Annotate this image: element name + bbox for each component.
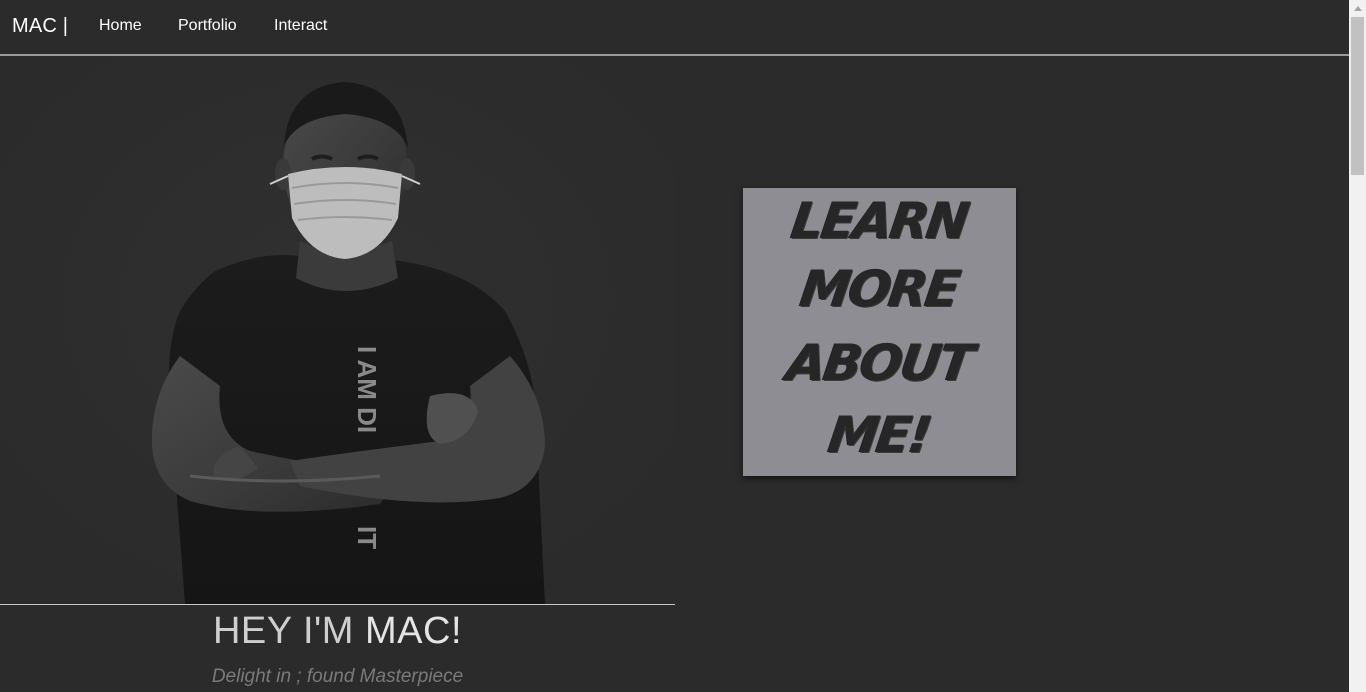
learn-more-line-1: LEARN (787, 192, 972, 250)
hero-title-light: HEY I'M (212, 610, 366, 652)
learn-more-line-2: MORE (796, 260, 963, 318)
navbar: MAC | Home Portfolio Interact (0, 0, 1349, 56)
scroll-up-arrow-icon[interactable] (1349, 0, 1366, 17)
brand-logo[interactable]: MAC | (12, 15, 68, 38)
hero-title-name: MAC! (365, 610, 463, 652)
hero-divider (0, 604, 675, 605)
nav-link-portfolio[interactable]: Portfolio (178, 17, 237, 35)
shirt-text: I AM DI (352, 346, 382, 433)
shirt-text-bottom: IT (352, 526, 382, 549)
nav-link-interact[interactable]: Interact (274, 17, 327, 35)
learn-more-line-3: ABOUT (783, 334, 976, 392)
hero-portrait-image: I AM DI IT (0, 56, 675, 604)
nav-link-home[interactable]: Home (99, 17, 142, 35)
learn-more-line-4: ME! (825, 406, 934, 464)
hero-title: HEY I'M MAC! (0, 610, 675, 653)
learn-more-card[interactable]: LEARN MORE ABOUT ME! (743, 188, 1016, 476)
scroll-thumb[interactable] (1351, 17, 1364, 175)
page-scrollbar[interactable] (1349, 0, 1366, 692)
hero-tagline: Delight in ; found Masterpiece (211, 666, 464, 687)
